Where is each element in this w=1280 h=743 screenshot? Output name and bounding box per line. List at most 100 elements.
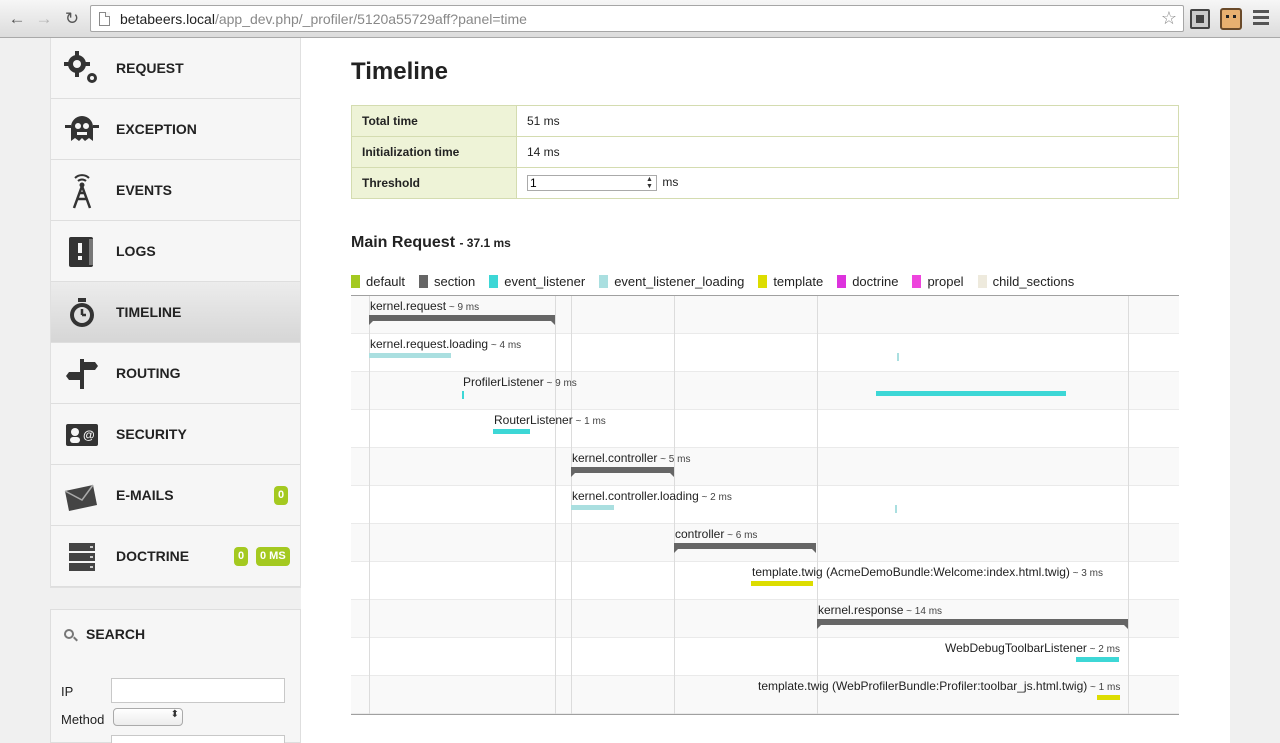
timeline-bar-template [1097, 695, 1120, 700]
summary-table: Total time 51 ms Initialization time 14 … [351, 105, 1179, 199]
timeline-event-label: template.twig (WebProfilerBundle:Profile… [758, 679, 1120, 693]
timeline-event-label: ProfilerListener ~ 9 ms [463, 375, 577, 389]
reload-icon[interactable]: ↻ [61, 8, 83, 30]
threshold-stepper-icon[interactable]: ▲ ▼ [646, 176, 655, 190]
threshold-unit: ms [662, 175, 679, 190]
search-field-next[interactable] [111, 735, 285, 743]
event-detail: (WebProfilerBundle:Profiler:toolbar_js.h… [828, 679, 1088, 693]
ip-input[interactable] [111, 678, 285, 703]
sidebar-item-label: LOGS [116, 243, 156, 259]
hamburger-menu-icon[interactable] [1253, 10, 1269, 27]
sidebar-item-timeline[interactable]: TIMELINE [51, 282, 300, 343]
legend-item: propel [912, 274, 964, 289]
timeline-bar-section [674, 543, 816, 553]
browser-toolbar: ← → ↻ betabeers.local/app_dev.php/_profi… [0, 0, 1280, 38]
sidebar-item-label: EVENTS [116, 182, 173, 198]
threshold-input[interactable] [527, 175, 657, 191]
legend-swatch [837, 274, 847, 288]
sidebar-item-logs[interactable]: LOGS [51, 221, 300, 282]
method-select[interactable] [113, 708, 183, 726]
event-name: kernel.controller [572, 451, 658, 465]
sidebar-item-routing[interactable]: ROUTING [51, 343, 300, 404]
forward-arrow-icon[interactable]: → [33, 8, 55, 30]
legend-swatch [599, 274, 609, 288]
legend-item: default [351, 274, 405, 289]
sidebar-item-label: DOCTRINE [116, 548, 190, 564]
legend-label: section [434, 273, 476, 289]
timeline-event-label: kernel.controller ~ 5 ms [572, 451, 690, 465]
legend-swatch [351, 274, 360, 288]
search-panel: SEARCH IP Method [50, 609, 301, 743]
extension-icon[interactable] [1190, 9, 1210, 29]
summary-value: 14 ms [516, 136, 1179, 168]
sidebar-item-label: TIMELINE [116, 304, 182, 320]
legend-label: event_listener [504, 273, 586, 289]
event-duration: ~ 3 ms [1069, 568, 1103, 579]
event-duration: ~ 1 ms [1087, 682, 1121, 693]
sidebar-item-doctrine[interactable]: DOCTRINE 0 0 MS [51, 526, 300, 587]
event-duration: ~ 5 ms [657, 454, 691, 465]
legend-item: doctrine [837, 274, 898, 289]
timeline-event-label: kernel.controller.loading ~ 2 ms [572, 489, 732, 503]
event-duration: ~ 14 ms [903, 606, 943, 617]
timeline-row [351, 410, 1179, 448]
sidebar-item-label: EXCEPTION [116, 121, 197, 137]
magnifier-icon [64, 629, 74, 639]
timeline-marker-line [817, 296, 818, 714]
svg-text:@: @ [83, 428, 95, 442]
address-bar[interactable]: betabeers.local/app_dev.php/_profiler/51… [90, 5, 1184, 32]
event-duration: ~ 2 ms [1086, 644, 1120, 655]
sidebar-item-security[interactable]: @ SECURITY [51, 404, 300, 465]
timeline-row [351, 448, 1179, 486]
summary-value: 51 ms [516, 105, 1179, 137]
timeline-bar-event_listener_loading [895, 505, 897, 513]
legend-item: event_listener [489, 274, 585, 289]
url-path: /app_dev.php/_profiler/5120a55729aff?pan… [214, 11, 527, 27]
legend-item: template [758, 274, 823, 289]
legend-swatch [977, 274, 987, 288]
sidebar: REQUEST EXCEPTION EVENTS LOGS TIMELINE R… [50, 38, 301, 743]
ip-label: IP [61, 684, 74, 699]
timeline-bar-event_listener_loading [571, 505, 614, 510]
timeline-event-label: kernel.response ~ 14 ms [818, 603, 942, 617]
bookmark-star-icon[interactable]: ☆ [1161, 8, 1177, 29]
event-duration: ~ 2 ms [698, 492, 732, 503]
sidebar-item-label: ROUTING [116, 365, 181, 381]
url-text[interactable]: betabeers.local/app_dev.php/_profiler/51… [120, 11, 527, 27]
signpost-icon [66, 359, 98, 389]
ghost-icon [65, 116, 99, 141]
panel-menu: REQUEST EXCEPTION EVENTS LOGS TIMELINE R… [50, 38, 301, 588]
event-duration: ~ 9 ms [543, 378, 577, 389]
sidebar-item-request[interactable]: REQUEST [51, 38, 300, 99]
legend-label: event_listener_loading [614, 273, 745, 289]
threshold-cell: ▲▼ ms [516, 167, 1179, 199]
timeline-event-label: WebDebugToolbarListener ~ 2 ms [945, 641, 1120, 655]
sidebar-item-emails[interactable]: E-MAILS 0 [51, 465, 300, 526]
sidebar-item-events[interactable]: EVENTS [51, 160, 300, 221]
event-name: WebDebugToolbarListener [945, 641, 1087, 655]
event-name: controller [675, 527, 725, 541]
timeline-bar-template [751, 581, 813, 586]
log-book-icon [69, 237, 93, 267]
timeline-marker-line [369, 296, 370, 714]
threshold-label: Threshold [351, 167, 517, 199]
timeline-bar-event_listener_loading [897, 353, 899, 361]
id-card-icon: @ [66, 424, 98, 446]
timeline-bar-event_listener [1076, 657, 1119, 662]
legend-label: template [773, 273, 824, 289]
threshold-row: Threshold ▲▼ ms [351, 167, 1179, 199]
doctrine-time-badge: 0 MS [256, 547, 290, 566]
summary-label: Initialization time [351, 136, 517, 168]
legend-swatch [419, 274, 429, 288]
url-host: betabeers.local [120, 11, 215, 27]
extension-face-icon[interactable] [1220, 8, 1242, 30]
back-arrow-icon[interactable]: ← [6, 8, 28, 30]
summary-row: Initialization time 14 ms [351, 136, 1179, 168]
timeline-event-label: RouterListener ~ 1 ms [494, 413, 606, 427]
event-name: RouterListener [494, 413, 573, 427]
summary-row: Total time 51 ms [351, 105, 1179, 137]
page-icon [99, 12, 110, 26]
request-duration: - 37.1 ms [459, 236, 511, 250]
sidebar-item-exception[interactable]: EXCEPTION [51, 99, 300, 160]
legend-label: default [366, 273, 406, 289]
